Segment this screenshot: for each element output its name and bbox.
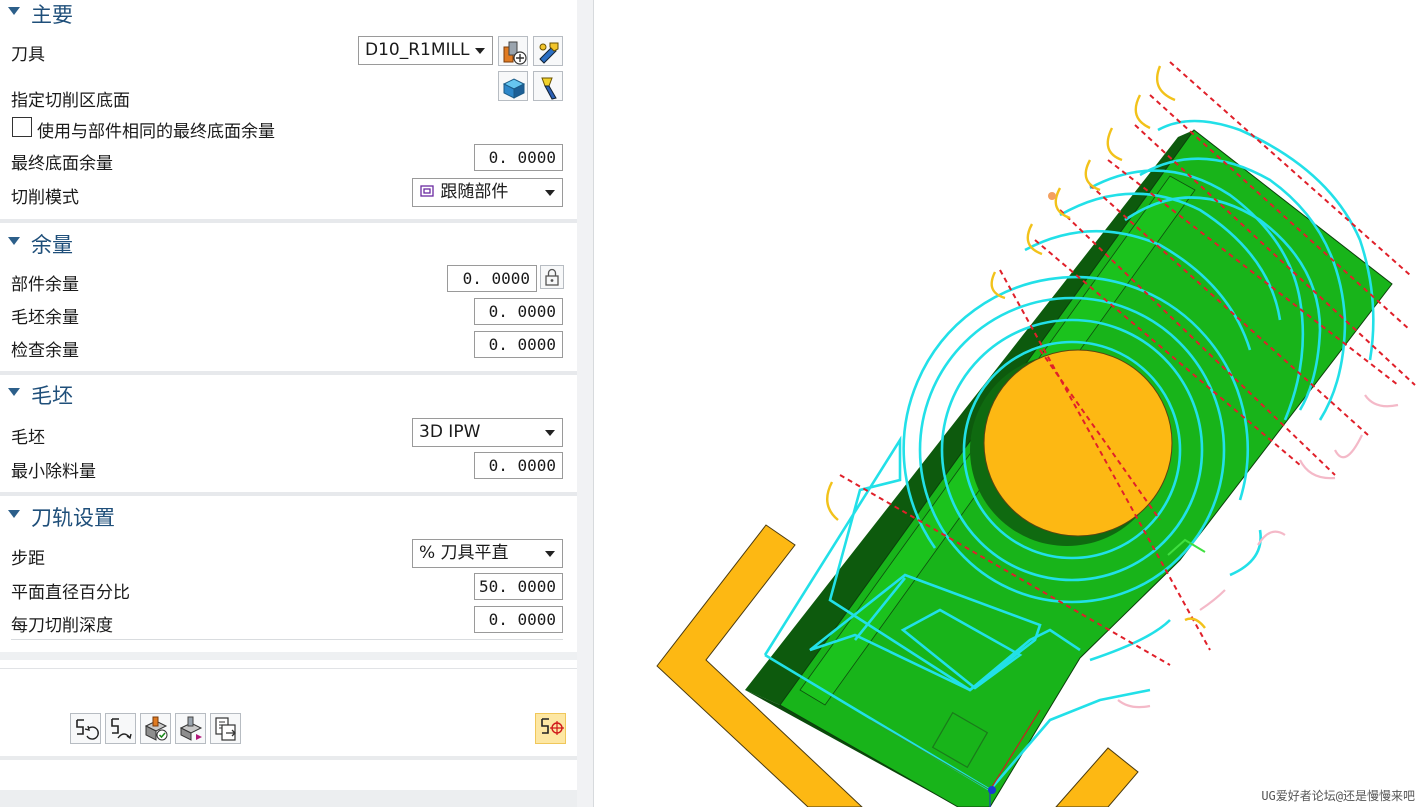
final-floor-stock-label: 最终底面余量 [11, 154, 113, 174]
cut-pattern-dropdown[interactable]: 跟随部件 [412, 178, 563, 207]
operation-dialog-panel: 主要 刀具 D10_R1MILL 指定切削区底面 使用与部件相同的最终底面余量 … [0, 0, 577, 652]
collapse-triangle-icon[interactable] [8, 388, 20, 396]
flashlight-display-icon [541, 77, 557, 100]
section-header-main[interactable]: 主要 [0, 0, 577, 28]
replay-path-icon [111, 718, 132, 740]
right-fixture-bar [1055, 747, 1139, 807]
active-toolpath-icon [541, 718, 564, 735]
generate-button[interactable] [70, 713, 101, 744]
section-separator [0, 492, 577, 496]
section-separator [0, 219, 577, 223]
list-button[interactable] [175, 713, 206, 744]
blank-label: 毛坯 [11, 428, 45, 448]
chevron-down-icon [475, 48, 485, 54]
lock-icon [545, 268, 559, 286]
same-floor-stock-label: 使用与部件相同的最终底面余量 [37, 122, 275, 142]
floor-label: 指定切削区底面 [11, 91, 130, 111]
collapse-triangle-icon[interactable] [8, 237, 20, 245]
replay-button[interactable] [105, 713, 136, 744]
depth-per-cut-field[interactable]: 0. 0000 [474, 606, 563, 633]
graphics-viewport[interactable]: UG爱好者论坛@还是慢慢来吧 [594, 0, 1419, 807]
new-tool-button[interactable] [498, 36, 528, 66]
check-stock-label: 检查余量 [11, 341, 79, 361]
export-path-icon [215, 717, 236, 741]
percent-flat-field[interactable]: 50. 0000 [474, 573, 563, 600]
blank-dropdown-value: 3D IPW [419, 422, 481, 442]
display-floor-button[interactable] [533, 71, 563, 101]
watermark-text: UG爱好者论坛@还是慢慢来吧 [1261, 789, 1415, 803]
chevron-down-icon [545, 190, 555, 196]
select-floor-button[interactable] [498, 71, 528, 101]
list-path-icon [179, 716, 203, 741]
dialog-footer [0, 760, 582, 790]
chevron-down-icon [545, 430, 555, 436]
section-header-path-settings[interactable]: 刀轨设置 [0, 501, 577, 531]
verify-path-icon [144, 716, 168, 741]
section-title-main: 主要 [31, 3, 73, 27]
select-floor-icon [502, 78, 526, 99]
stepover-label: 步距 [11, 549, 45, 569]
section-title-path-settings: 刀轨设置 [31, 506, 115, 530]
verify-button[interactable] [140, 713, 171, 744]
tool-dropdown-value: D10_R1MILL [365, 40, 470, 60]
wcs-origin [988, 786, 996, 794]
check-stock-field[interactable]: 0. 0000 [474, 331, 563, 358]
new-tool-icon [503, 41, 527, 65]
edit-tool-button[interactable] [533, 36, 563, 66]
min-removal-label: 最小除料量 [11, 462, 96, 482]
tool-label: 刀具 [11, 45, 45, 65]
action-bar [0, 668, 582, 755]
action-bar-spacer [0, 652, 582, 660]
same-floor-stock-checkbox[interactable] [12, 117, 32, 137]
tool-dropdown[interactable]: D10_R1MILL [358, 36, 493, 65]
cut-pattern-label: 切削模式 [11, 188, 79, 208]
depth-per-cut-label: 每刀切削深度 [11, 616, 113, 636]
blank-dropdown[interactable]: 3D IPW [412, 418, 563, 447]
export-button[interactable] [210, 713, 241, 744]
stepover-value: % 刀具平直 [419, 543, 509, 563]
chevron-down-icon [545, 551, 555, 557]
section-separator [0, 371, 577, 375]
edit-tool-icon [539, 42, 559, 64]
section-header-stock[interactable]: 余量 [0, 228, 577, 258]
start-point-marker [1048, 192, 1056, 200]
blank-stock-field[interactable]: 0. 0000 [474, 298, 563, 325]
active-toolpath-button[interactable] [535, 713, 566, 744]
stepover-dropdown[interactable]: % 刀具平直 [412, 539, 563, 568]
percent-flat-label: 平面直径百分比 [11, 583, 130, 603]
dialog-bottom-edge [0, 790, 582, 807]
boss-top [983, 349, 1173, 537]
collapse-triangle-icon[interactable] [8, 7, 20, 15]
cut-pattern-value: 跟随部件 [440, 182, 509, 202]
section-title-stock: 余量 [31, 233, 73, 257]
section-bottom-line [11, 639, 563, 640]
lock-button[interactable] [540, 265, 564, 289]
part-stock-label: 部件余量 [11, 275, 79, 295]
section-title-blank: 毛坯 [31, 384, 73, 408]
panel-splitter[interactable] [577, 0, 594, 807]
section-header-blank[interactable]: 毛坯 [0, 379, 577, 409]
follow-part-icon [420, 185, 434, 197]
generate-path-icon [76, 719, 99, 740]
part-stock-field[interactable]: 0. 0000 [447, 265, 537, 292]
blank-stock-label: 毛坯余量 [11, 308, 79, 328]
collapse-triangle-icon[interactable] [8, 510, 20, 518]
final-floor-stock-field[interactable]: 0. 0000 [474, 144, 563, 171]
model-graphics [656, 61, 1416, 807]
min-removal-field[interactable]: 0. 0000 [474, 452, 563, 479]
